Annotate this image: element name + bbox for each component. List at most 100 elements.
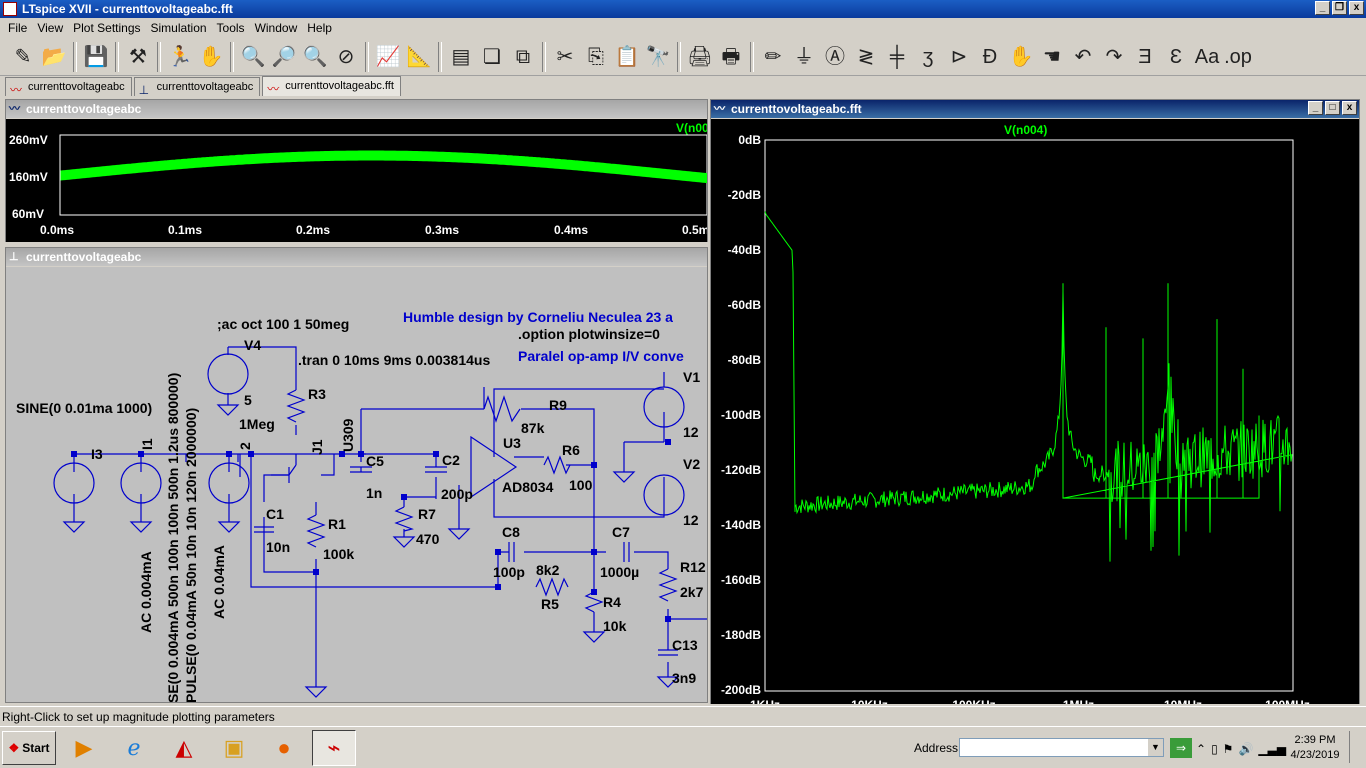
app-title: LTspice XVII - currenttovoltageabc.fft	[22, 2, 233, 16]
network-icon[interactable]: ▁▃▅	[1258, 742, 1286, 756]
open-folder-icon[interactable]: 📂	[39, 41, 69, 73]
app-titlebar: LTspice XVII - currenttovoltageabc.fft _…	[0, 0, 1366, 18]
menu-plot-settings[interactable]: Plot Settings	[68, 19, 145, 37]
firefox-icon[interactable]: ●	[262, 730, 306, 766]
restore-button[interactable]: ❐	[1332, 1, 1347, 15]
fft-x-tick: 100MHz	[1265, 698, 1310, 704]
text-icon[interactable]: Aa	[1192, 41, 1222, 73]
schematic-canvas[interactable]: ;ac oct 100 1 50meg .tran 0 10ms 9ms 0.0…	[6, 267, 707, 703]
component-icon[interactable]: Ð	[975, 41, 1005, 73]
menu-help[interactable]: Help	[302, 19, 337, 37]
time-plot-area[interactable]: V(n00 260mV 160mV 60mV 0.0ms 0.1ms 0.2ms…	[6, 119, 707, 242]
zoom-in-icon[interactable]: 🔍	[238, 41, 268, 73]
svg-text:C5: C5	[366, 453, 384, 469]
file-explorer-icon[interactable]: ▣	[212, 730, 256, 766]
svg-text:C1: C1	[266, 506, 284, 522]
menu-simulation[interactable]: Simulation	[146, 19, 212, 37]
zoom-cancel-icon[interactable]: ⊘	[331, 41, 361, 73]
wire-icon[interactable]: ✏	[758, 41, 788, 73]
time-x-tick: 0.1ms	[168, 223, 202, 237]
zoom-out-icon[interactable]: 🔍	[300, 41, 330, 73]
resistor-icon[interactable]: ≷	[851, 41, 881, 73]
drag-icon[interactable]: ☚	[1037, 41, 1067, 73]
edit-attributes-icon[interactable]: 📐	[404, 41, 434, 73]
svg-text:10n: 10n	[266, 539, 290, 555]
tab-waveform-1[interactable]: 〰 currenttovoltageabc	[5, 77, 132, 97]
clock[interactable]: 2:39 PM 4/23/2019	[1285, 733, 1345, 763]
svg-text:200p: 200p	[441, 486, 473, 502]
design-subtitle[interactable]: Paralel op-amp I/V conve	[518, 348, 684, 364]
run-icon[interactable]: 🏃	[165, 41, 195, 73]
address-input[interactable]	[959, 738, 1164, 757]
menu-window[interactable]: Window	[250, 19, 303, 37]
copy-icon[interactable]: ⎘	[581, 41, 611, 73]
menu-tools[interactable]: Tools	[212, 19, 250, 37]
tile-vertical-icon[interactable]: ⧉	[508, 41, 538, 73]
move-icon[interactable]: ✋	[1006, 41, 1036, 73]
design-title[interactable]: Humble design by Corneliu Neculea 23 a	[403, 309, 673, 325]
cut-icon[interactable]: ✂	[550, 41, 580, 73]
chevron-up-icon[interactable]: ⌃	[1196, 742, 1206, 756]
fft-trace-label[interactable]: V(n004)	[1004, 123, 1047, 137]
fft-plot-area[interactable]: V(n004) 0dB -20dB -40dB -60dB -80dB -100dB -12…	[711, 119, 1359, 704]
i2-ac-label[interactable]: AC 0.04mA	[211, 545, 227, 619]
flag-icon[interactable]: ⚑	[1223, 742, 1234, 756]
i1-source-spec[interactable]: SE(0 0.004mA 500n 100n 100n 500n 1.2us 8…	[165, 373, 181, 703]
i1-ac-label[interactable]: AC 0.004mA	[138, 551, 154, 633]
fft-maximize-button[interactable]: □	[1325, 101, 1340, 115]
print-icon[interactable]: 🖶	[716, 41, 746, 73]
print-preview-icon[interactable]: 🖨	[685, 41, 715, 73]
menu-file[interactable]: File	[3, 19, 32, 37]
fft-minimize-button[interactable]: _	[1308, 101, 1323, 115]
find-icon[interactable]: 🔭	[643, 41, 673, 73]
rotate-icon[interactable]: Ǝ	[1130, 41, 1160, 73]
show-desktop-button[interactable]	[1349, 731, 1365, 763]
time-trace-label[interactable]: V(n00	[676, 121, 707, 135]
svg-text:R1: R1	[328, 516, 346, 532]
devices-icon[interactable]: ▯	[1211, 742, 1218, 756]
capacitor-icon[interactable]: ╪	[882, 41, 912, 73]
address-label: Address	[914, 741, 959, 755]
paste-icon[interactable]: 📋	[612, 41, 642, 73]
svg-text:100p: 100p	[493, 564, 525, 580]
close-button[interactable]: x	[1349, 1, 1364, 15]
go-icon[interactable]: ⇒	[1170, 738, 1192, 758]
chevron-down-icon[interactable]: ▼	[1148, 739, 1163, 756]
directive-tran[interactable]: .tran 0 10ms 9ms 0.003814us	[298, 352, 490, 368]
directive-sine[interactable]: SINE(0 0.01ma 1000)	[16, 400, 152, 416]
waveform-icon: 〰	[9, 103, 20, 115]
spice-directive-icon[interactable]: .op	[1223, 41, 1253, 73]
label-net-icon[interactable]: Ⓐ	[820, 41, 850, 73]
ltspice-task-icon[interactable]: ⌁	[312, 729, 356, 766]
media-player-icon[interactable]: ▶	[62, 730, 106, 766]
autorange-icon[interactable]: 📈	[373, 41, 403, 73]
undo-icon[interactable]: ↶	[1068, 41, 1098, 73]
tab-fft[interactable]: 〰 currenttovoltageabc.fft	[262, 76, 401, 96]
ground-icon[interactable]: ⏚	[789, 41, 819, 73]
fft-close-button[interactable]: x	[1342, 101, 1357, 115]
fft-y-tick: -140dB	[721, 518, 761, 532]
speaker-icon[interactable]: 🔊	[1238, 742, 1253, 756]
svg-text:V1: V1	[683, 369, 700, 385]
pan-icon[interactable]: 🔎	[269, 41, 299, 73]
acrobat-reader-icon[interactable]: ◭	[162, 730, 206, 766]
cascade-icon[interactable]: ❏	[477, 41, 507, 73]
i2-source-spec[interactable]: PULSE(0 0.04mA 50n 10n 10n 120n 2000000)	[183, 408, 199, 703]
menu-view[interactable]: View	[32, 19, 68, 37]
directive-option[interactable]: .option plotwinsize=0	[518, 326, 660, 342]
toolbar: ✎ 📂 💾 ⚒ 🏃 ✋ 🔍 🔎 🔍 ⊘ 📈 📐 ▤ ❏ ⧉ ✂ ⎘ 📋 🔭 🖨 …	[0, 38, 1366, 76]
save-icon[interactable]: 💾	[81, 41, 111, 73]
tile-horizontal-icon[interactable]: ▤	[446, 41, 476, 73]
inductor-icon[interactable]: ʒ	[913, 41, 943, 73]
directive-ac[interactable]: ;ac oct 100 1 50meg	[217, 316, 349, 332]
mirror-icon[interactable]: Ɛ	[1161, 41, 1191, 73]
halt-icon[interactable]: ✋	[196, 41, 226, 73]
redo-icon[interactable]: ↷	[1099, 41, 1129, 73]
control-panel-icon[interactable]: ⚒	[123, 41, 153, 73]
start-button[interactable]: ❖ Start	[2, 730, 56, 765]
internet-explorer-icon[interactable]: ℯ	[112, 730, 156, 766]
diode-icon[interactable]: ⊳	[944, 41, 974, 73]
minimize-button[interactable]: _	[1315, 1, 1330, 15]
tab-schematic[interactable]: ⊥ currenttovoltageabc	[133, 77, 261, 97]
new-schematic-icon[interactable]: ✎	[8, 41, 38, 73]
